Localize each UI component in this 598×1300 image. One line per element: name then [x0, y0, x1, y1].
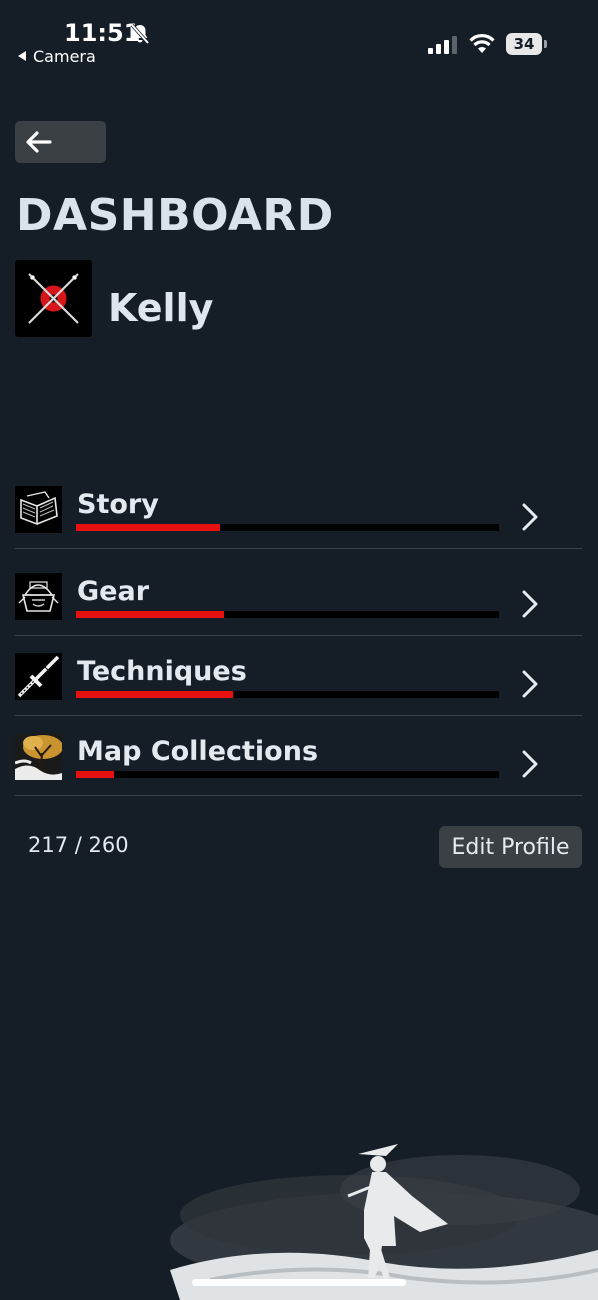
progress-track: [76, 691, 499, 698]
chevron-right-icon: [522, 503, 538, 531]
progress-fill: [76, 771, 115, 778]
category-row-gear[interactable]: Gear: [15, 555, 582, 636]
chevron-right-icon: [522, 750, 538, 778]
back-to-camera-link[interactable]: Camera: [18, 47, 96, 66]
page-title: DASHBOARD: [16, 190, 334, 241]
back-button[interactable]: [15, 121, 106, 163]
progress-track: [76, 771, 499, 778]
category-row-techniques[interactable]: Techniques: [15, 635, 582, 716]
golden-tree-icon: [14, 733, 63, 780]
category-row-story[interactable]: Story: [15, 468, 582, 549]
edit-profile-button[interactable]: Edit Profile: [439, 826, 582, 868]
avatar[interactable]: [15, 260, 92, 337]
arrow-left-icon: [26, 131, 52, 153]
battery-icon: 34: [506, 33, 548, 56]
bell-muted-icon: [130, 23, 150, 45]
user-name: Kelly: [108, 286, 214, 330]
samurai-silhouette-illustration: [170, 1144, 598, 1300]
chevron-right-icon: [522, 590, 538, 618]
open-book-icon: [15, 486, 62, 533]
category-label: Gear: [77, 576, 150, 607]
back-app-label: Camera: [33, 47, 96, 66]
back-triangle-icon: [18, 51, 26, 61]
home-indicator[interactable]: [192, 1279, 406, 1286]
progress-fill: [76, 691, 233, 698]
samurai-helmet-icon: [15, 573, 62, 620]
wifi-icon: [469, 34, 495, 53]
progress-track: [76, 524, 499, 531]
progress-track: [76, 611, 499, 618]
crossed-katanas-red-sun-icon: [28, 273, 79, 324]
chevron-right-icon: [522, 670, 538, 698]
katana-icon: [15, 653, 62, 700]
category-label: Techniques: [77, 656, 247, 687]
category-label: Map Collections: [77, 736, 319, 767]
category-label: Story: [77, 489, 159, 520]
collection-progress-count: 217 / 260: [28, 833, 129, 857]
cellular-signal-icon: [428, 36, 457, 54]
battery-level: 34: [513, 35, 535, 53]
progress-fill: [76, 611, 225, 618]
category-row-map-collections[interactable]: Map Collections: [14, 715, 582, 796]
progress-fill: [76, 524, 220, 531]
